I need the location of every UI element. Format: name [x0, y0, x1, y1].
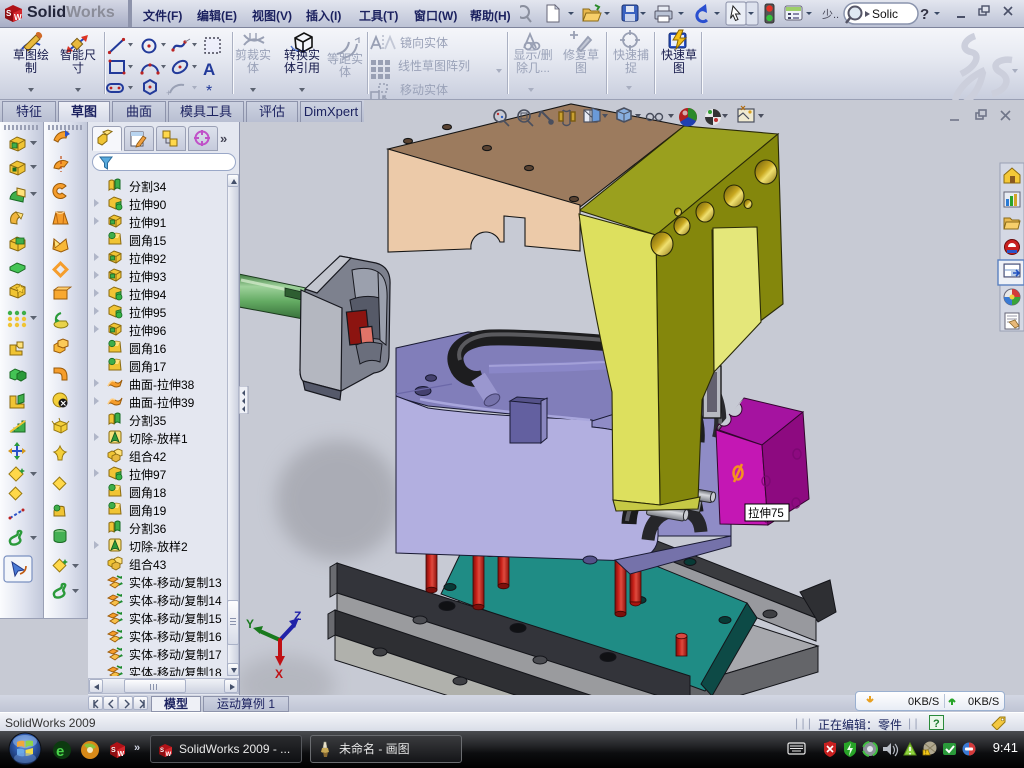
- svg-text:Z: Z: [294, 609, 301, 623]
- svg-text:A: A: [203, 60, 215, 79]
- svg-text:*: *: [206, 83, 212, 100]
- svg-text:W: W: [118, 751, 125, 758]
- svg-text:S: S: [111, 747, 116, 754]
- svg-text:0KB/S: 0KB/S: [908, 696, 939, 708]
- svg-text:»: »: [134, 742, 140, 754]
- svg-text:拉伸75: 拉伸75: [748, 506, 784, 520]
- svg-text:X: X: [275, 667, 283, 681]
- svg-text:Solic: Solic: [872, 7, 898, 21]
- svg-text:?: ?: [933, 718, 940, 730]
- svg-text:W: W: [166, 752, 172, 758]
- svg-text:e: e: [56, 743, 64, 760]
- svg-text:S: S: [6, 9, 12, 18]
- svg-text:少..: 少..: [822, 8, 839, 21]
- svg-text:?: ?: [920, 6, 929, 23]
- svg-text:S: S: [160, 748, 164, 754]
- svg-text:0KB/S: 0KB/S: [968, 696, 999, 708]
- svg-text:+: +: [166, 88, 171, 98]
- svg-text:W: W: [14, 13, 22, 22]
- svg-text:»: »: [220, 131, 227, 146]
- svg-text:Y: Y: [246, 617, 254, 631]
